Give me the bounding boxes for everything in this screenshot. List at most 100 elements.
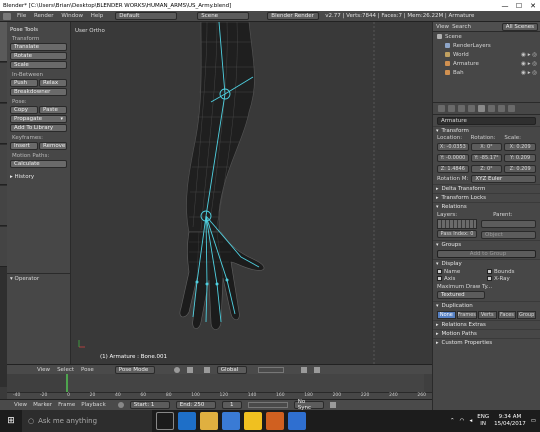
transform-section-header[interactable]: ▾ Transform [433,126,540,135]
transform-orientation-select[interactable]: Global [216,365,247,374]
tab-grease-pencil[interactable] [0,227,7,267]
paste-pose-button[interactable]: Paste [39,106,67,114]
duplication-section-header[interactable]: ▾ Duplication [433,301,540,310]
scene-select[interactable]: Scene [197,12,250,20]
menu-help[interactable]: Help [91,13,104,19]
rotation-x-field[interactable]: X: 0° [470,143,503,151]
wifi-icon[interactable]: ◠ [460,418,465,424]
world-tab-icon[interactable] [468,105,475,112]
groups-section-header[interactable]: ▾ Groups [433,240,540,249]
data-tab-icon[interactable] [498,105,505,112]
visibility-icon[interactable]: ◉ ▸ ◎ [521,70,537,76]
tab-relations[interactable] [0,104,7,144]
breakdowner-button[interactable]: Breakdowner [10,88,67,96]
menu-render[interactable]: Render [34,13,54,19]
menu-window[interactable]: Window [61,13,83,19]
display-mode-select[interactable]: All Scenes [501,22,538,31]
menu-outliner-view[interactable]: View [436,24,449,30]
shading-icon[interactable] [173,366,180,373]
constraints-tab-icon[interactable] [488,105,495,112]
copy-pose-button[interactable]: Copy [10,106,38,114]
display-section-header[interactable]: ▾ Display [433,259,540,268]
layers-tab-icon[interactable] [448,105,455,112]
pass-index-field[interactable]: Pass Index: 0 [437,230,477,238]
add-to-group-button[interactable]: Add to Group [437,250,536,258]
parent-type-select[interactable]: Object [481,230,536,239]
playback-controls-icon[interactable] [247,402,288,408]
pose-tools-header[interactable]: Pose Tools [10,27,67,33]
dup-faces-tab[interactable]: Faces [497,311,517,319]
outliner-item[interactable]: Bah ◉ ▸ ◎ [433,68,540,77]
scale-x-field[interactable]: X: 0.209 [504,143,536,151]
scale-button[interactable]: Scale [10,61,67,69]
location-z-field[interactable]: Z: 1.4846 [437,165,469,173]
edge-browser-icon[interactable] [178,412,196,430]
keying-icon[interactable] [329,402,336,408]
relations-extras-section[interactable]: ▸ Relations Extras [433,320,540,329]
render-tab-icon[interactable] [438,105,445,112]
taskbar-search[interactable]: ○ Ask me anything [22,410,152,432]
layer-grid[interactable] [437,219,477,229]
object-tab-icon[interactable] [478,105,485,112]
notifications-icon[interactable]: ▭ [531,418,536,424]
outliner-item[interactable]: Scene [433,32,540,41]
visibility-icon[interactable]: ◉ ▸ ◎ [521,52,537,58]
bounds-checkbox[interactable]: Bounds [487,269,536,275]
custom-properties-section[interactable]: ▸ Custom Properties [433,338,540,347]
maximize-button[interactable]: ☐ [512,2,526,10]
task-view-icon[interactable] [156,412,174,430]
operator-panel-header[interactable]: ▾ Operator [10,276,67,282]
tab-physics[interactable] [0,186,7,226]
tab-create[interactable] [0,63,7,103]
rotation-z-field[interactable]: Z: 0° [470,165,503,173]
layers-icon[interactable] [257,366,284,373]
scene-tab-icon[interactable] [458,105,465,112]
proportional-edit-icon[interactable] [300,366,307,373]
start-frame-field[interactable]: Start: 1 [129,401,170,409]
windows-start-icon[interactable]: ⊞ [0,410,22,432]
chrome-icon[interactable] [244,412,262,430]
add-to-library-button[interactable]: Add To Library [10,124,67,132]
outliner-item[interactable]: RenderLayers [433,41,540,50]
dup-verts-tab[interactable]: Verts [477,311,497,319]
menu-pose[interactable]: Pose [81,367,94,373]
insert-keyframe-button[interactable]: Insert [10,142,38,150]
location-x-field[interactable]: X: -0.0353 [437,143,469,151]
menu-outliner-search[interactable]: Search [452,24,471,30]
language-indicator[interactable]: ENG IN [477,414,489,428]
bone-tab-icon[interactable] [508,105,515,112]
transform-locks-section[interactable]: ▸ Transform Locks [433,193,540,202]
tab-animation[interactable] [0,145,7,185]
render-engine-select[interactable]: Blender Render [267,12,320,20]
screen-layout-select[interactable]: Default [115,12,178,20]
end-frame-field[interactable]: End: 250 [175,401,216,409]
blender-icon[interactable] [266,412,284,430]
history-panel-header[interactable]: ▸ History [10,174,67,180]
location-y-field[interactable]: Y: -0.0000 [437,154,469,162]
mode-select[interactable]: Pose Mode [114,365,155,374]
translate-button[interactable]: Translate [10,43,67,51]
tab-tools[interactable] [0,22,7,62]
axis-checkbox[interactable]: Axis [437,276,486,282]
manipulator-icon[interactable] [203,366,210,373]
volume-icon[interactable]: ◂ [469,418,472,424]
editor-type-icon[interactable] [3,12,11,20]
menu-marker[interactable]: Marker [33,402,52,408]
dup-frames-tab[interactable]: Frames [456,311,477,319]
rotation-mode-select[interactable]: XYZ Euler [471,175,536,183]
max-draw-select[interactable]: Textured [437,291,485,299]
close-button[interactable]: ✕ [526,2,540,10]
outliner-item[interactable]: Armature ◉ ▸ ◎ [433,59,540,68]
push-button[interactable]: Push [10,79,38,87]
visibility-icon[interactable]: ◉ ▸ ◎ [521,61,537,67]
dup-none-tab[interactable]: None [437,311,456,319]
clock[interactable]: 9:34 AM 15/04/2017 [494,414,526,428]
minimize-button[interactable]: — [498,2,512,10]
remove-keyframe-button[interactable]: Remove [39,142,67,150]
rotate-button[interactable]: Rotate [10,52,67,60]
propagate-button[interactable]: Propagate ▾ [10,115,67,123]
record-icon[interactable] [117,402,124,408]
motion-paths-section[interactable]: ▸ Motion Paths [433,329,540,338]
calculate-button[interactable]: Calculate [10,160,67,168]
menu-frame[interactable]: Frame [58,402,75,408]
